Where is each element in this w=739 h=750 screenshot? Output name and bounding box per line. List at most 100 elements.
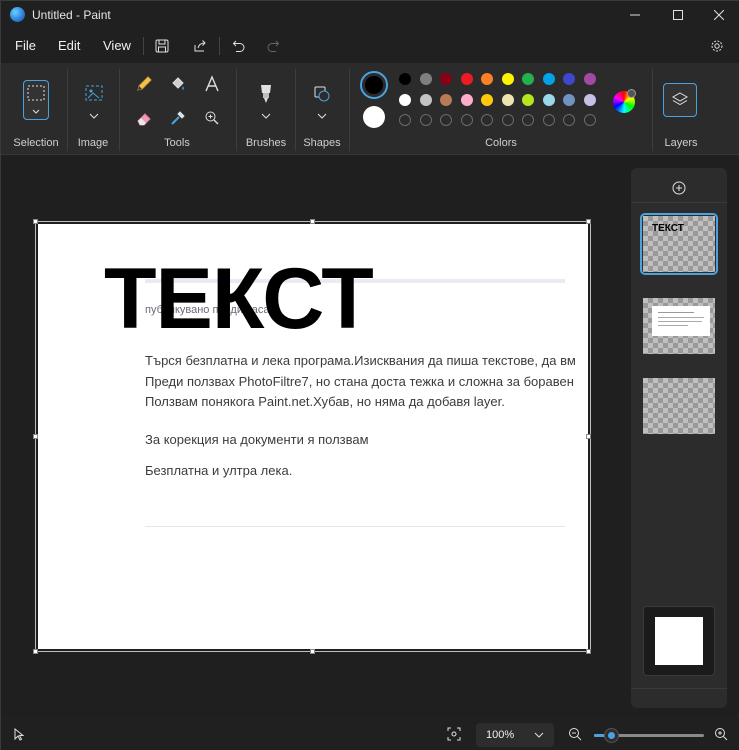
color-swatch[interactable] (542, 93, 555, 106)
brushes-dropdown[interactable] (253, 103, 279, 129)
selection-button[interactable] (23, 80, 49, 120)
pencil-tool[interactable] (131, 71, 157, 97)
fit-to-window-icon (447, 727, 461, 741)
chevron-down-icon (317, 113, 327, 119)
custom-color-slot[interactable] (481, 114, 493, 126)
group-label-tools: Tools (164, 137, 190, 149)
color-swatch[interactable] (501, 93, 514, 106)
resize-handle-bottom-left[interactable] (33, 649, 38, 654)
document-line: Безплатна и ултра лека. (145, 463, 293, 478)
color-swatch[interactable] (522, 73, 534, 85)
fill-tool[interactable] (165, 71, 191, 97)
color-picker-tool[interactable] (165, 105, 191, 131)
eraser-tool[interactable] (131, 105, 157, 131)
zoom-select[interactable]: 100% (476, 723, 554, 747)
share-icon (194, 40, 206, 52)
color-swatch[interactable] (419, 93, 432, 106)
redo-button[interactable] (261, 35, 285, 57)
chevron-down-icon (261, 113, 271, 119)
settings-button[interactable] (705, 35, 729, 57)
pointer-icon (13, 728, 25, 742)
drawing-canvas[interactable]: публикувано преди часа ТЕКСТ Търся безпл… (38, 224, 588, 649)
ribbon-divider (295, 69, 296, 151)
custom-color-slot[interactable] (501, 114, 514, 126)
undo-button[interactable] (227, 35, 251, 57)
color-swatch[interactable] (583, 73, 596, 85)
layers-icon (671, 92, 689, 106)
zoom-in-button[interactable] (714, 727, 728, 741)
menu-file[interactable]: File (15, 38, 36, 53)
close-icon (714, 10, 724, 20)
custom-color-slot[interactable] (542, 114, 555, 126)
secondary-color-button[interactable] (363, 106, 385, 128)
layer-item-document[interactable] (643, 298, 715, 354)
layer-item-background[interactable] (643, 606, 715, 676)
maximize-button[interactable] (657, 1, 699, 29)
custom-color-slot[interactable] (419, 114, 432, 126)
gear-icon (711, 40, 723, 52)
group-label-selection: Selection (13, 137, 59, 149)
color-swatch[interactable] (563, 93, 575, 106)
save-button[interactable] (150, 35, 174, 57)
custom-color-slot[interactable] (399, 114, 411, 126)
menu-view[interactable]: View (103, 38, 131, 53)
resize-handle-bottom[interactable] (310, 649, 315, 654)
color-swatch[interactable] (460, 73, 473, 85)
color-swatch[interactable] (399, 93, 411, 106)
fit-to-window-button[interactable] (447, 727, 461, 741)
primary-color-button[interactable] (360, 71, 388, 99)
custom-color-slot[interactable] (440, 114, 452, 126)
menu-divider (143, 37, 144, 55)
resize-handle-top-left[interactable] (33, 219, 38, 224)
selection-icon (27, 85, 45, 114)
color-swatch[interactable] (522, 93, 534, 106)
paint-app-icon (10, 7, 25, 22)
maximize-icon (673, 10, 683, 20)
color-swatch[interactable] (481, 93, 493, 106)
layer-item-empty[interactable] (643, 378, 715, 434)
zoom-slider-thumb[interactable] (604, 728, 619, 743)
resize-handle-right[interactable] (586, 434, 591, 439)
minimize-button[interactable] (614, 1, 656, 29)
color-swatch[interactable] (501, 73, 514, 85)
custom-color-slot[interactable] (583, 114, 596, 126)
menu-bar: File Edit View (1, 29, 739, 63)
color-swatch[interactable] (399, 73, 411, 85)
color-swatch[interactable] (542, 73, 555, 85)
ribbon-divider (119, 69, 120, 151)
color-swatch[interactable] (419, 73, 432, 85)
shapes-dropdown[interactable] (309, 103, 335, 129)
color-swatch[interactable] (440, 93, 452, 106)
minimize-icon (630, 14, 640, 16)
fill-icon (172, 77, 184, 90)
share-button[interactable] (188, 35, 212, 57)
zoom-out-button[interactable] (568, 727, 582, 741)
text-tool[interactable] (199, 71, 225, 97)
layer-thumbnail-text: ТЕКСТ (652, 223, 684, 234)
undo-icon (232, 40, 245, 52)
custom-color-slot[interactable] (522, 114, 534, 126)
brush-icon (261, 85, 271, 103)
add-layer-button[interactable] (671, 180, 687, 196)
color-swatch[interactable] (440, 73, 452, 85)
resize-handle-top-right[interactable] (586, 219, 591, 224)
resize-handle-top[interactable] (310, 219, 315, 224)
menu-edit[interactable]: Edit (58, 38, 80, 53)
custom-color-slot[interactable] (563, 114, 575, 126)
document-rule (145, 526, 565, 527)
save-icon (155, 39, 169, 53)
ribbon-divider (236, 69, 237, 151)
color-swatch[interactable] (460, 93, 473, 106)
magnifier-tool[interactable] (199, 105, 225, 131)
close-button[interactable] (698, 1, 739, 29)
color-swatch[interactable] (481, 73, 493, 85)
resize-handle-bottom-right[interactable] (586, 649, 591, 654)
ribbon-divider (349, 69, 350, 151)
layers-button[interactable] (663, 83, 697, 117)
color-swatch[interactable] (563, 73, 575, 85)
image-dropdown[interactable] (81, 103, 107, 129)
resize-handle-left[interactable] (33, 434, 38, 439)
document-line: За корекция на документи я ползвам (145, 432, 369, 447)
color-swatch[interactable] (583, 93, 596, 106)
custom-color-slot[interactable] (460, 114, 473, 126)
